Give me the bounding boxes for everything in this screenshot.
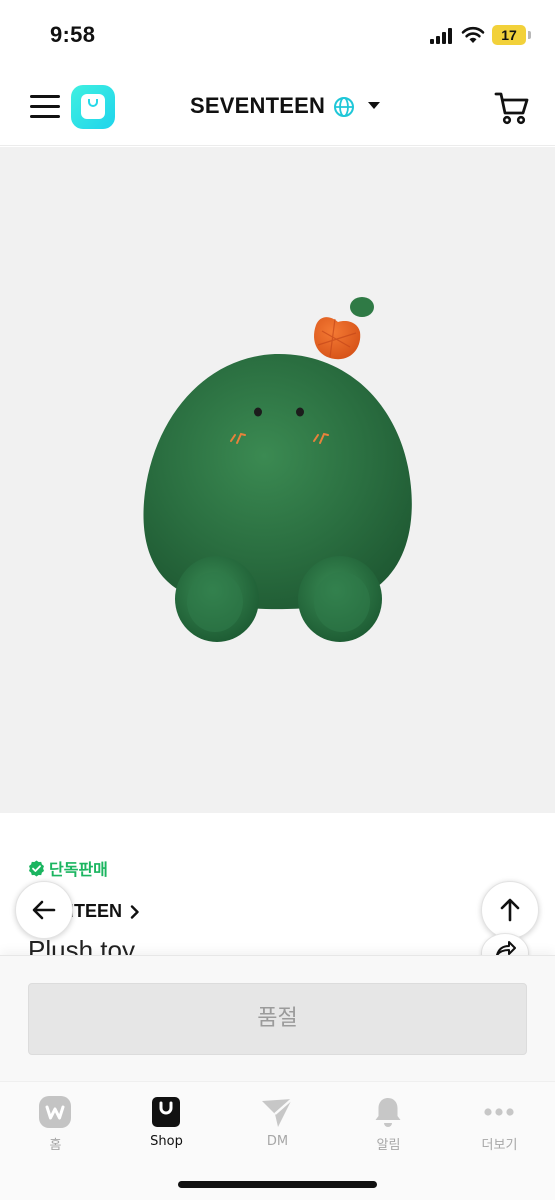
more-dots-icon bbox=[484, 1108, 514, 1116]
scroll-top-button[interactable] bbox=[481, 881, 539, 939]
tab-label-shop: Shop bbox=[150, 1134, 183, 1149]
tab-notifications[interactable]: 알림 bbox=[333, 1082, 444, 1162]
dm-send-icon bbox=[262, 1098, 293, 1127]
product-image[interactable] bbox=[0, 147, 555, 813]
verified-check-icon bbox=[29, 860, 44, 876]
product-page: 9:58 17 SEVENTEEN 단독판매 NTEEN Plush toy 품… bbox=[0, 0, 555, 1200]
battery-icon: 17 bbox=[492, 25, 526, 45]
soldout-button[interactable]: 품절 bbox=[28, 983, 527, 1055]
plush-toy-image bbox=[143, 297, 412, 642]
bell-icon bbox=[375, 1098, 401, 1127]
arrow-up-icon bbox=[500, 898, 520, 922]
back-button[interactable] bbox=[15, 881, 73, 939]
tab-label-more: 더보기 bbox=[481, 1138, 518, 1153]
chevron-right-icon bbox=[130, 904, 139, 919]
chevron-down-icon[interactable] bbox=[368, 102, 380, 109]
wifi-icon bbox=[461, 26, 485, 43]
status-bar: 9:58 17 bbox=[0, 0, 555, 72]
app-header: SEVENTEEN bbox=[0, 72, 555, 146]
tab-more[interactable]: 더보기 bbox=[444, 1082, 555, 1162]
purchase-bar: 품절 bbox=[0, 955, 555, 1081]
shop-logo-icon[interactable] bbox=[71, 85, 115, 129]
shop-icon bbox=[152, 1097, 180, 1127]
globe-icon[interactable] bbox=[333, 96, 355, 118]
tab-label-notifications: 알림 bbox=[376, 1138, 401, 1153]
tab-dm[interactable]: DM bbox=[222, 1082, 333, 1162]
exclusive-badge: 단독판매 bbox=[28, 858, 108, 879]
arrow-left-icon bbox=[32, 900, 56, 920]
weverse-home-icon bbox=[39, 1096, 71, 1128]
status-time: 9:58 bbox=[50, 22, 96, 47]
battery-tip bbox=[528, 31, 531, 39]
tab-bar: 홈 Shop DM 알림 더보기 bbox=[0, 1081, 555, 1200]
tab-home[interactable]: 홈 bbox=[0, 1082, 111, 1162]
signal-icon bbox=[430, 28, 452, 44]
product-info: 단독판매 NTEEN Plush toy bbox=[0, 813, 555, 965]
tab-label-home: 홈 bbox=[49, 1138, 62, 1153]
exclusive-label: 단독판매 bbox=[49, 862, 108, 879]
tab-label-dm: DM bbox=[266, 1134, 289, 1149]
cart-icon[interactable] bbox=[494, 91, 530, 125]
tab-shop[interactable]: Shop bbox=[111, 1082, 222, 1162]
brand-title[interactable]: SEVENTEEN bbox=[190, 93, 325, 119]
menu-icon[interactable] bbox=[30, 95, 60, 119]
home-indicator[interactable] bbox=[178, 1181, 377, 1188]
